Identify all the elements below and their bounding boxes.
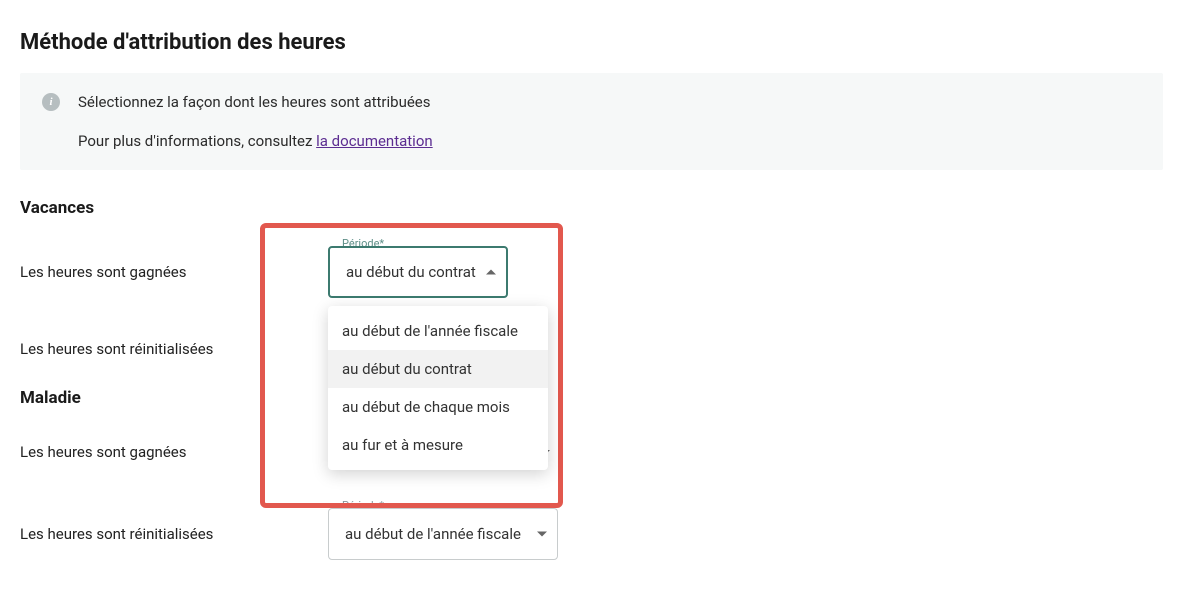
info-line2: Pour plus d'informations, consultez la d… [78, 130, 433, 153]
dropdown-menu-periode: au début de l'année fiscale au début du … [328, 306, 548, 470]
section-maladie-title: Maladie [20, 388, 1163, 408]
row-vacances-gained: Les heures sont gagnées Période* au débu… [20, 236, 1163, 298]
label-maladie-gained: Les heures sont gagnées [20, 443, 310, 461]
select-maladie-reset[interactable]: Période* au début de l'année fiscale [328, 508, 558, 560]
dropdown-option-debut-contrat[interactable]: au début du contrat [328, 350, 548, 388]
info-line1: Sélectionnez la façon dont les heures so… [78, 91, 433, 114]
select-value-maladie-reset: au début de l'année fiscale [345, 525, 521, 543]
label-vacances-gained: Les heures sont gagnées [20, 263, 310, 281]
dropdown-option-chaque-mois[interactable]: au début de chaque mois [328, 388, 548, 426]
chevron-up-icon [486, 270, 496, 275]
select-box-maladie-reset[interactable]: au début de l'année fiscale [328, 508, 558, 560]
row-vacances-reset: Les heures sont réinitialisées [20, 340, 1163, 358]
dropdown-option-fur-et-a-mesure[interactable]: au fur et à mesure [328, 426, 548, 464]
label-maladie-reset: Les heures sont réinitialisées [20, 525, 310, 543]
info-banner: i Sélectionnez la façon dont les heures … [20, 73, 1163, 170]
info-line2-prefix: Pour plus d'informations, consultez [78, 132, 316, 150]
row-maladie-gained: Les heures sont gagnées [20, 426, 1163, 478]
dropdown-option-annee-fiscale[interactable]: au début de l'année fiscale [328, 312, 548, 350]
select-box-vacances-gained[interactable]: au début du contrat [328, 246, 508, 298]
section-vacances-title: Vacances [20, 198, 1163, 218]
select-vacances-gained[interactable]: Période* au début du contrat au début de… [328, 246, 508, 298]
documentation-link[interactable]: la documentation [316, 132, 433, 150]
select-value-vacances-gained: au début du contrat [346, 263, 476, 281]
label-vacances-reset: Les heures sont réinitialisées [20, 340, 310, 358]
row-maladie-reset: Les heures sont réinitialisées Période* … [20, 508, 1163, 560]
page-title: Méthode d'attribution des heures [20, 30, 1163, 55]
info-icon: i [42, 93, 60, 111]
chevron-down-icon [537, 532, 547, 537]
info-body: Sélectionnez la façon dont les heures so… [78, 91, 433, 152]
